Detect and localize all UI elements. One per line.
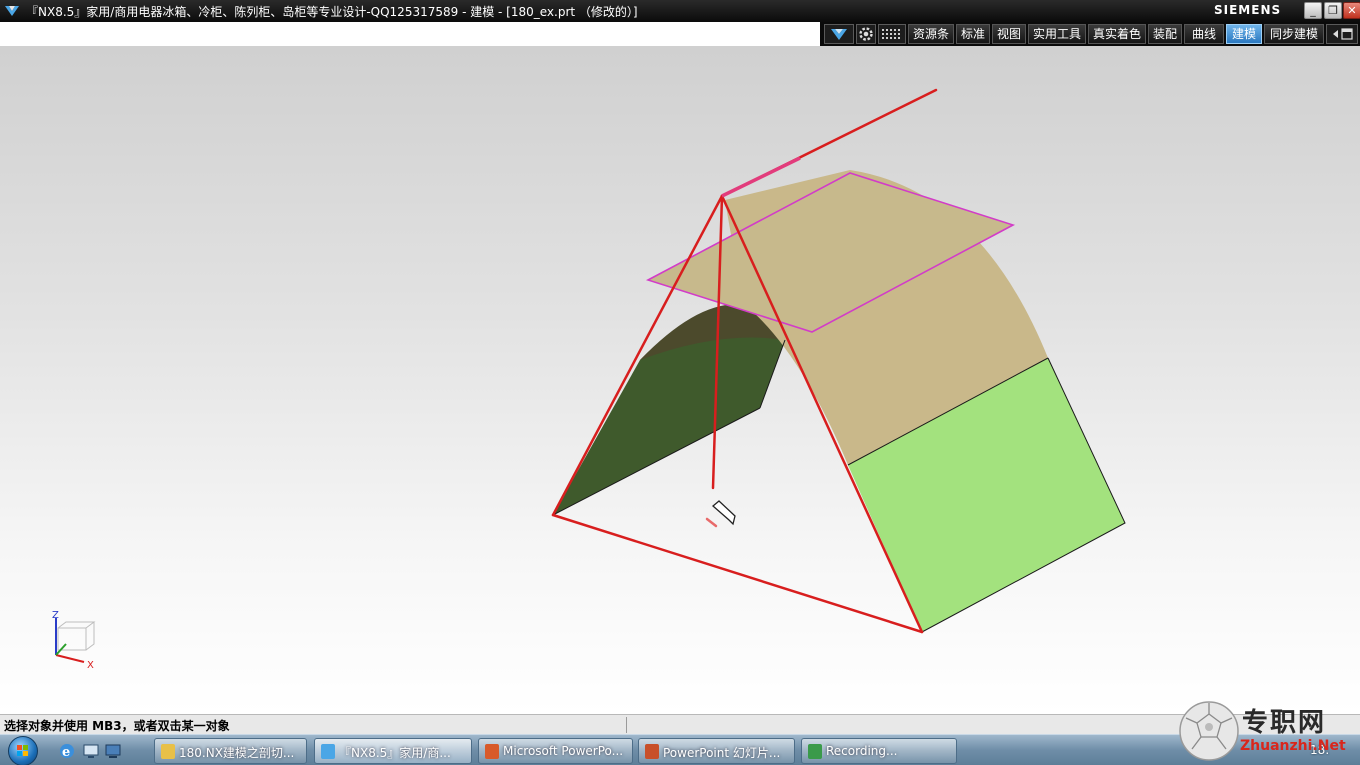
tab-standard[interactable]: 标准 bbox=[956, 24, 990, 44]
tab-resource-bar[interactable]: 资源条 bbox=[908, 24, 954, 44]
grid-icon[interactable] bbox=[878, 24, 906, 44]
window-title: 『NX8.5』家用/商用电器冰箱、冷柜、陈列柜、岛柜等专业设计-QQ125317… bbox=[26, 5, 638, 19]
minimize-button[interactable]: _ bbox=[1304, 2, 1322, 19]
show-desktop-icon[interactable] bbox=[82, 742, 100, 760]
tab-synchronous-modeling[interactable]: 同步建模 bbox=[1264, 24, 1324, 44]
taskbar-item-recording[interactable]: Recording... bbox=[801, 738, 957, 764]
nx-logo-icon[interactable] bbox=[824, 24, 854, 44]
nx-logo-icon[interactable] bbox=[4, 3, 20, 19]
taskbar: e 180.NX建模之剖切... 『NX8.5』家用/商... Microsof… bbox=[0, 734, 1360, 765]
recording-icon bbox=[808, 744, 822, 759]
ribbon-bar: 资源条 标准 视图 实用工具 真实着色 装配 曲线 建模 同步建模 bbox=[820, 22, 1360, 46]
status-divider bbox=[626, 717, 627, 733]
triad-x-label: X bbox=[87, 660, 94, 671]
svg-text:e: e bbox=[62, 745, 70, 760]
powerpoint-icon bbox=[485, 744, 499, 759]
tab-view[interactable]: 视图 bbox=[992, 24, 1026, 44]
taskbar-item-label: 『NX8.5』家用/商... bbox=[339, 746, 451, 760]
tab-true-shading[interactable]: 真实着色 bbox=[1088, 24, 1146, 44]
slideshow-icon bbox=[645, 744, 659, 759]
watermark-ball-icon bbox=[1179, 701, 1239, 761]
tab-curve[interactable]: 曲线 bbox=[1184, 24, 1224, 44]
close-button[interactable]: ✕ bbox=[1343, 2, 1360, 19]
taskbar-item-label: Microsoft PowerPo... bbox=[503, 744, 624, 758]
taskbar-item-folder[interactable]: 180.NX建模之剖切... bbox=[154, 738, 307, 764]
taskbar-item-powerpoint[interactable]: Microsoft PowerPo... bbox=[478, 738, 633, 764]
brand-logo: SIEMENS bbox=[1214, 3, 1282, 17]
taskbar-item-label: Recording... bbox=[826, 744, 898, 758]
tab-assembly[interactable]: 装配 bbox=[1148, 24, 1182, 44]
taskbar-item-slideshow[interactable]: PowerPoint 幻灯片... bbox=[638, 738, 795, 764]
title-bar: 『NX8.5』家用/商用电器冰箱、冷柜、陈列柜、岛柜等专业设计-QQ125317… bbox=[0, 0, 1360, 22]
nx-logo-icon bbox=[321, 744, 335, 759]
triad-z-label: Z bbox=[52, 610, 59, 621]
watermark-text-cn: 专职网 bbox=[1242, 708, 1327, 738]
computer-icon[interactable] bbox=[104, 742, 122, 760]
taskbar-item-nx[interactable]: 『NX8.5』家用/商... bbox=[314, 738, 472, 764]
windows-logo-icon bbox=[17, 745, 28, 756]
restore-button[interactable]: ❐ bbox=[1324, 2, 1342, 19]
tab-modeling[interactable]: 建模 bbox=[1226, 24, 1262, 44]
view-triad-icon[interactable] bbox=[55, 618, 96, 663]
watermark-text-en: Zhuanzhi.Net bbox=[1240, 738, 1346, 754]
taskbar-item-label: 180.NX建模之剖切... bbox=[179, 746, 295, 760]
pencil-cursor-icon bbox=[705, 500, 736, 528]
model-scene[interactable]: Z X bbox=[0, 46, 1360, 714]
ribbon-expand-icon[interactable] bbox=[1326, 24, 1358, 44]
start-button[interactable] bbox=[8, 736, 38, 765]
watermark: 专职网 Zhuanzhi.Net bbox=[1176, 700, 1360, 765]
status-prompt: 选择对象并使用 MB3，或者双击某一对象 bbox=[4, 719, 230, 733]
gear-icon[interactable] bbox=[856, 24, 876, 44]
status-bar: 选择对象并使用 MB3，或者双击某一对象 bbox=[0, 714, 1360, 734]
tab-utilities[interactable]: 实用工具 bbox=[1028, 24, 1086, 44]
internet-explorer-icon[interactable]: e bbox=[58, 742, 76, 760]
graphics-viewport[interactable]: Z X bbox=[0, 46, 1360, 714]
taskbar-item-label: PowerPoint 幻灯片... bbox=[663, 746, 781, 760]
folder-icon bbox=[161, 744, 175, 759]
